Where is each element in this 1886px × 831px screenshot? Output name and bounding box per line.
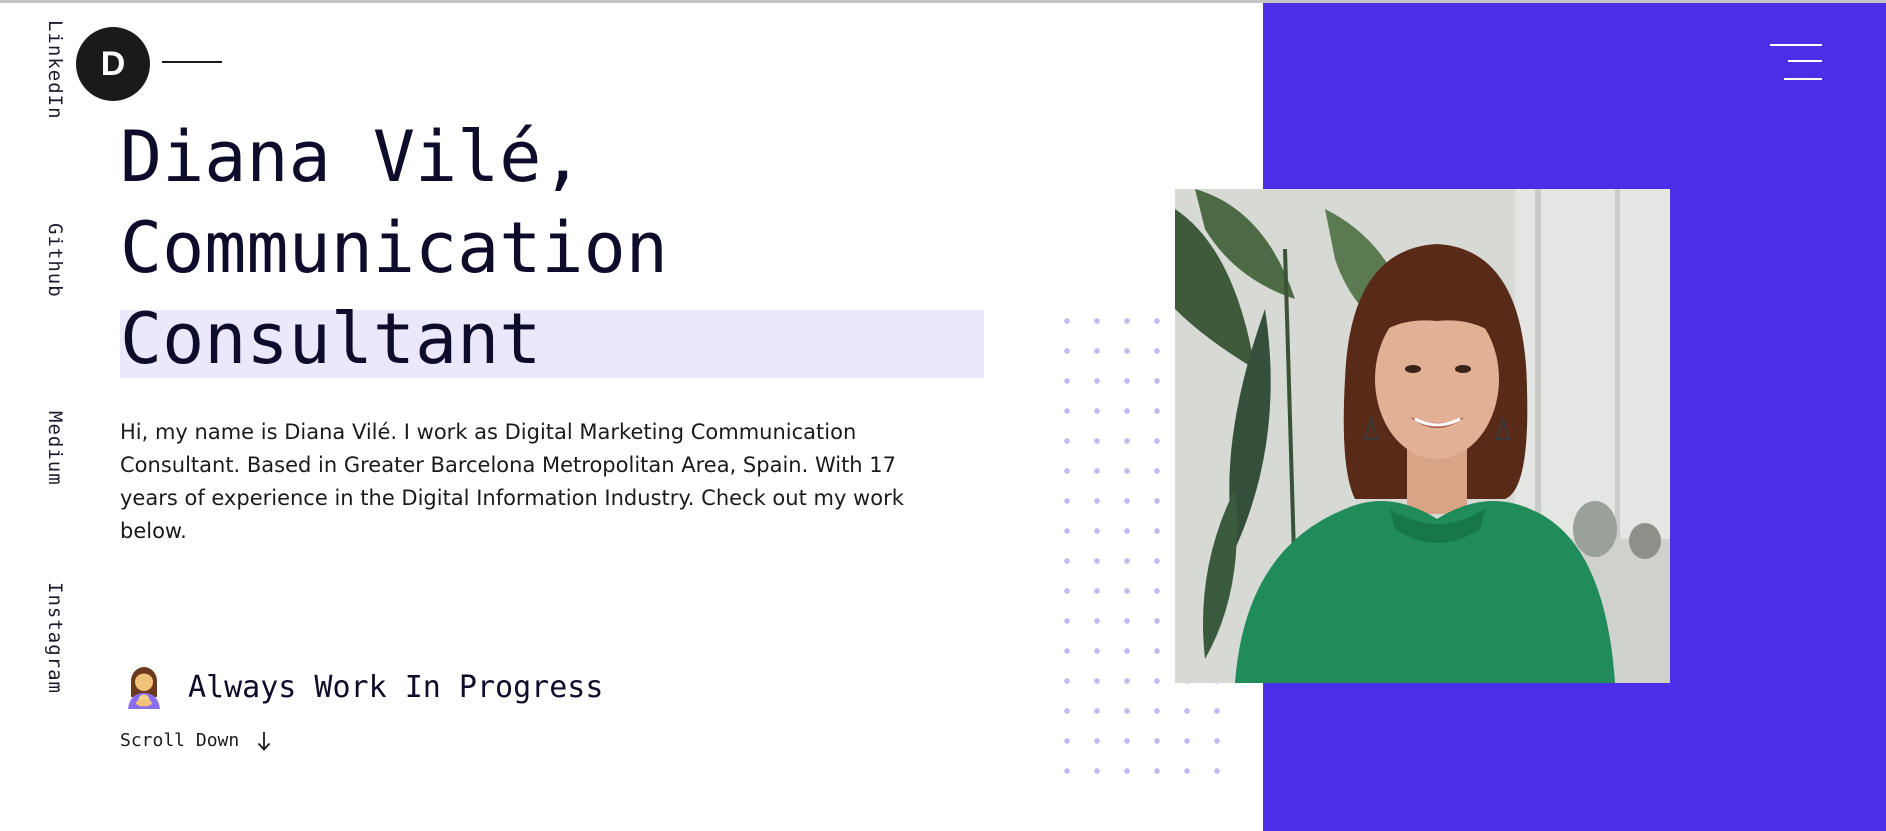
arrow-down-icon [258, 731, 271, 751]
woman-feeding-baby-icon [128, 667, 160, 709]
social-link-instagram[interactable]: Instagram [44, 582, 66, 694]
scroll-down-link[interactable]: Scroll Down [120, 730, 271, 751]
hamburger-menu-button[interactable] [1768, 40, 1822, 84]
headline-line-role: Communication [120, 207, 668, 289]
hero-intro-text: Hi, my name is Diana Vilé. I work as Dig… [120, 420, 904, 543]
social-link-medium[interactable]: Medium [44, 411, 66, 486]
profile-photo-image [1175, 189, 1670, 683]
hamburger-menu-icon [1770, 44, 1822, 46]
social-link-github[interactable]: Github [44, 223, 66, 298]
hero-headline: Diana Vilé, Communication Consultant [120, 112, 668, 385]
scroll-down-label: Scroll Down [120, 730, 240, 751]
headline-line-name: Diana Vilé, [120, 116, 584, 198]
headline-line-title: Consultant [120, 298, 542, 380]
social-link-linkedin[interactable]: LinkedIn [44, 20, 66, 120]
hamburger-line [1788, 60, 1822, 62]
status-row: Always Work In Progress [122, 665, 603, 709]
status-text: Always Work In Progress [188, 669, 604, 705]
logo-divider [162, 61, 222, 63]
hamburger-line [1784, 78, 1822, 80]
profile-photo [1175, 189, 1670, 683]
logo-button[interactable]: D [76, 27, 150, 101]
